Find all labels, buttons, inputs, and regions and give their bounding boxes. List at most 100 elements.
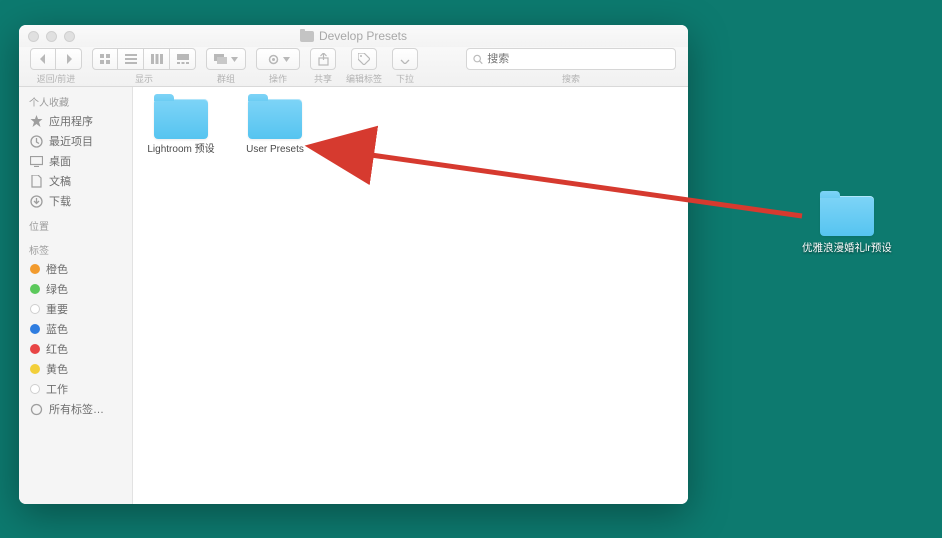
tag-dot: [30, 264, 40, 274]
group-button[interactable]: [206, 48, 246, 70]
sidebar-tag-item[interactable]: 工作: [19, 379, 132, 399]
window-title-text: Develop Presets: [319, 29, 407, 43]
sidebar-tag-label: 蓝色: [46, 321, 68, 337]
locations-header: 位置: [19, 215, 132, 235]
view-label: 显示: [135, 72, 153, 85]
forward-button[interactable]: [56, 48, 82, 70]
columns-icon: [151, 54, 163, 64]
folder-label: User Presets: [246, 144, 304, 156]
edit-tags-button[interactable]: [351, 48, 377, 70]
dropdown-label: 下拉: [396, 72, 414, 85]
nav-label: 返回/前进: [37, 72, 76, 85]
folder-label: Lightroom 预设: [147, 144, 214, 156]
desktop-folder-item[interactable]: 优雅浪漫婚礼lr预设: [802, 196, 892, 255]
toolbar: 返回/前进 显示 群组 操作: [19, 47, 688, 87]
titlebar[interactable]: Develop Presets: [19, 25, 688, 47]
group-label: 群组: [217, 72, 235, 85]
icon-view-button[interactable]: [92, 48, 118, 70]
gallery-view-button[interactable]: [170, 48, 196, 70]
tag-icon: [358, 53, 370, 65]
documents-icon: [29, 174, 43, 188]
sidebar-tag-label: 黄色: [46, 361, 68, 377]
recent-icon: [29, 134, 43, 148]
folder-icon: [300, 31, 314, 42]
chevron-down-icon: [231, 57, 238, 62]
sidebar-tag-label: 重要: [46, 301, 68, 317]
sidebar-tag-item[interactable]: 橙色: [19, 259, 132, 279]
sidebar-tag-item[interactable]: 所有标签…: [19, 399, 132, 419]
sidebar-item-label: 文稿: [49, 173, 71, 189]
content-pane[interactable]: Lightroom 预设 User Presets: [133, 87, 688, 504]
sidebar-item-label: 应用程序: [49, 113, 93, 129]
tags-cluster: 编辑标签: [346, 48, 382, 85]
finder-window: Develop Presets 返回/前进 显示: [19, 25, 688, 504]
dropdown-button[interactable]: [392, 48, 418, 70]
sidebar-tag-item[interactable]: 绿色: [19, 279, 132, 299]
search-label: 搜索: [562, 72, 580, 85]
grid-icon: [99, 53, 111, 65]
gear-icon: [267, 53, 280, 66]
tag-dot: [30, 324, 40, 334]
sidebar-item-label: 最近项目: [49, 133, 93, 149]
all-tags-icon: [29, 402, 43, 416]
tag-dot: [30, 304, 40, 314]
folder-item[interactable]: User Presets: [237, 99, 313, 156]
nav-cluster: 返回/前进: [30, 48, 82, 85]
tags-header: 标签: [19, 239, 132, 259]
gallery-icon: [177, 54, 189, 64]
group-cluster: 群组: [206, 48, 246, 85]
sidebar-tag-item[interactable]: 红色: [19, 339, 132, 359]
favorites-header: 个人收藏: [19, 91, 132, 111]
stack-icon: [214, 54, 228, 64]
apps-icon: [29, 114, 43, 128]
desktop-folder-label: 优雅浪漫婚礼lr预设: [802, 240, 892, 255]
sidebar-item-apps[interactable]: 应用程序: [19, 111, 132, 131]
action-label: 操作: [269, 72, 287, 85]
chevron-down-icon: [283, 57, 290, 62]
tag-dot: [30, 364, 40, 374]
action-button[interactable]: [256, 48, 300, 70]
sidebar-item-label: 桌面: [49, 153, 71, 169]
share-button[interactable]: [310, 48, 336, 70]
desktop-icon: [29, 154, 43, 168]
column-view-button[interactable]: [144, 48, 170, 70]
window-title: Develop Presets: [19, 29, 688, 43]
sidebar-item-label: 下载: [49, 193, 71, 209]
body-area: 个人收藏 应用程序最近项目桌面文稿下载 位置 标签 橙色绿色重要蓝色红色黄色工作…: [19, 87, 688, 504]
sidebar-tag-label: 所有标签…: [49, 401, 104, 417]
downloads-icon: [29, 194, 43, 208]
share-cluster: 共享: [310, 48, 336, 85]
folder-icon: [820, 196, 874, 236]
list-view-button[interactable]: [118, 48, 144, 70]
folder-icon: [154, 99, 208, 139]
sidebar-item-desktop[interactable]: 桌面: [19, 151, 132, 171]
sidebar-tag-item[interactable]: 重要: [19, 299, 132, 319]
search-field[interactable]: [466, 48, 676, 70]
share-label: 共享: [314, 72, 332, 85]
folder-icon: [248, 99, 302, 139]
view-cluster: 显示: [92, 48, 196, 85]
back-button[interactable]: [30, 48, 56, 70]
sidebar-tag-label: 橙色: [46, 261, 68, 277]
dropdown-cluster: 下拉: [392, 48, 418, 85]
sidebar: 个人收藏 应用程序最近项目桌面文稿下载 位置 标签 橙色绿色重要蓝色红色黄色工作…: [19, 87, 133, 504]
sidebar-tag-item[interactable]: 黄色: [19, 359, 132, 379]
sidebar-tag-label: 红色: [46, 341, 68, 357]
chevron-left-icon: [39, 54, 47, 64]
tag-dot: [30, 344, 40, 354]
search-input[interactable]: [487, 53, 669, 65]
sidebar-item-recent[interactable]: 最近项目: [19, 131, 132, 151]
sidebar-tag-item[interactable]: 蓝色: [19, 319, 132, 339]
sidebar-item-downloads[interactable]: 下载: [19, 191, 132, 211]
sidebar-item-documents[interactable]: 文稿: [19, 171, 132, 191]
tag-dot: [30, 284, 40, 294]
chevron-right-icon: [65, 54, 73, 64]
folder-item[interactable]: Lightroom 预设: [143, 99, 219, 156]
list-icon: [125, 54, 137, 64]
double-chevron-icon: [400, 54, 410, 64]
tags-label: 编辑标签: [346, 72, 382, 85]
search-icon: [473, 54, 483, 65]
action-cluster: 操作: [256, 48, 300, 85]
sidebar-tag-label: 工作: [46, 381, 68, 397]
share-icon: [318, 53, 329, 66]
